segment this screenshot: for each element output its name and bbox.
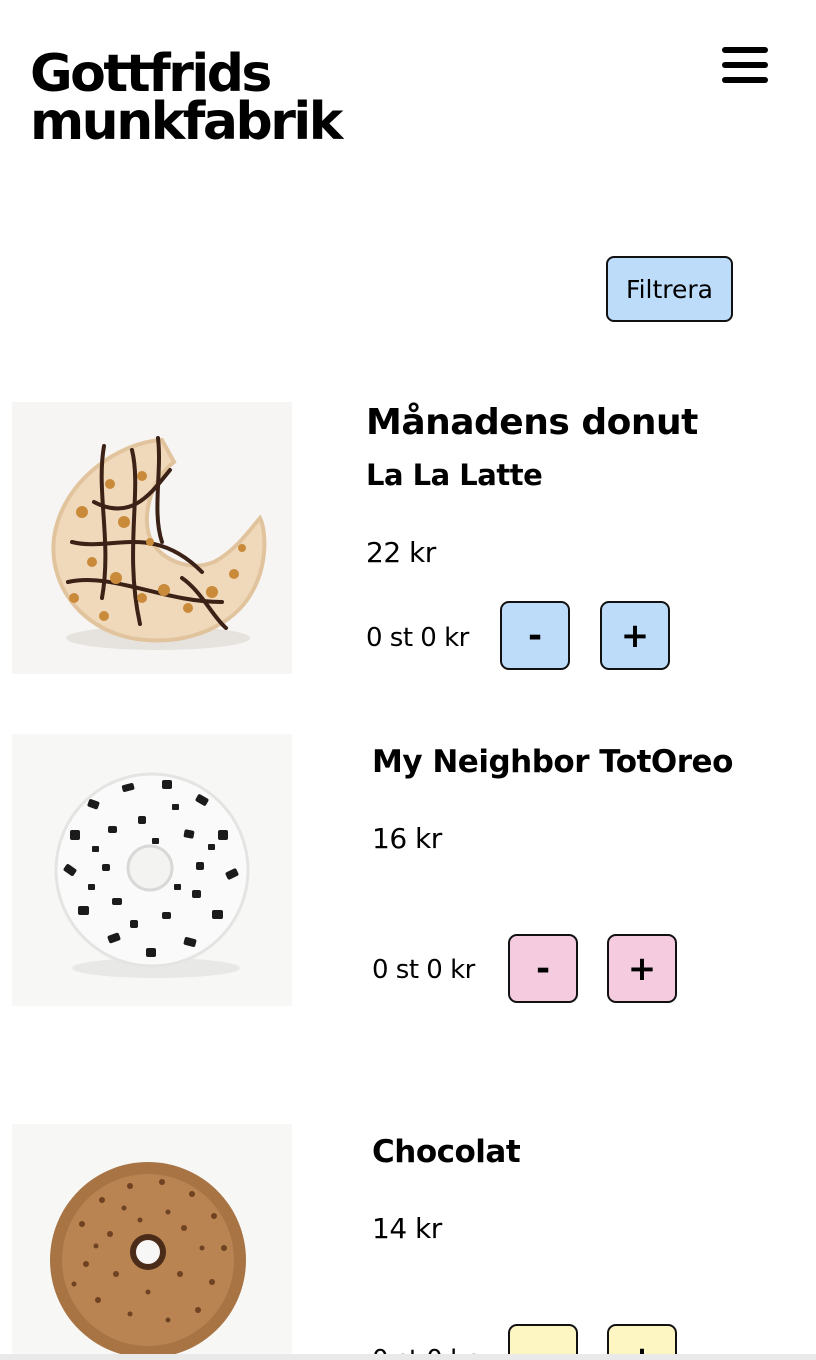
- menu-bar: [722, 77, 768, 83]
- increase-quantity-button[interactable]: +: [607, 934, 677, 1003]
- logo-line-1: Gottfrids: [30, 44, 272, 104]
- chocolate-donut-image: [12, 1124, 292, 1360]
- decrease-quantity-button[interactable]: -: [508, 934, 578, 1003]
- site-logo[interactable]: Gottfrids munkfabrik: [30, 44, 343, 152]
- quantity-summary: 0 st 0 kr: [372, 955, 475, 985]
- filter-button[interactable]: Filtrera: [606, 256, 733, 322]
- page: Gottfrids munkfabrik Filtrera Månadens d…: [0, 0, 816, 1360]
- product-price: 22 kr: [366, 536, 436, 569]
- menu-bar: [722, 62, 768, 68]
- hamburger-menu-icon[interactable]: [722, 47, 768, 83]
- product-image: [12, 734, 292, 1006]
- latte-donut-image: [12, 402, 292, 674]
- product-image: [12, 402, 292, 674]
- viewport-bottom-edge: [0, 1354, 816, 1360]
- menu-bar: [722, 47, 768, 53]
- month-donut-heading: Månadens donut: [366, 402, 698, 443]
- oreo-donut-image: [12, 734, 292, 1006]
- product-name: My Neighbor TotOreo: [372, 744, 733, 780]
- increase-quantity-button[interactable]: +: [600, 601, 670, 670]
- quantity-summary: 0 st 0 kr: [366, 623, 469, 653]
- decrease-quantity-button[interactable]: -: [500, 601, 570, 670]
- logo-line-2: munkfabrik: [30, 92, 343, 152]
- product-name: Chocolat: [372, 1134, 521, 1170]
- product-image: [12, 1124, 292, 1360]
- product-price: 16 kr: [372, 822, 442, 855]
- product-name: La La Latte: [366, 458, 543, 492]
- product-price: 14 kr: [372, 1212, 442, 1245]
